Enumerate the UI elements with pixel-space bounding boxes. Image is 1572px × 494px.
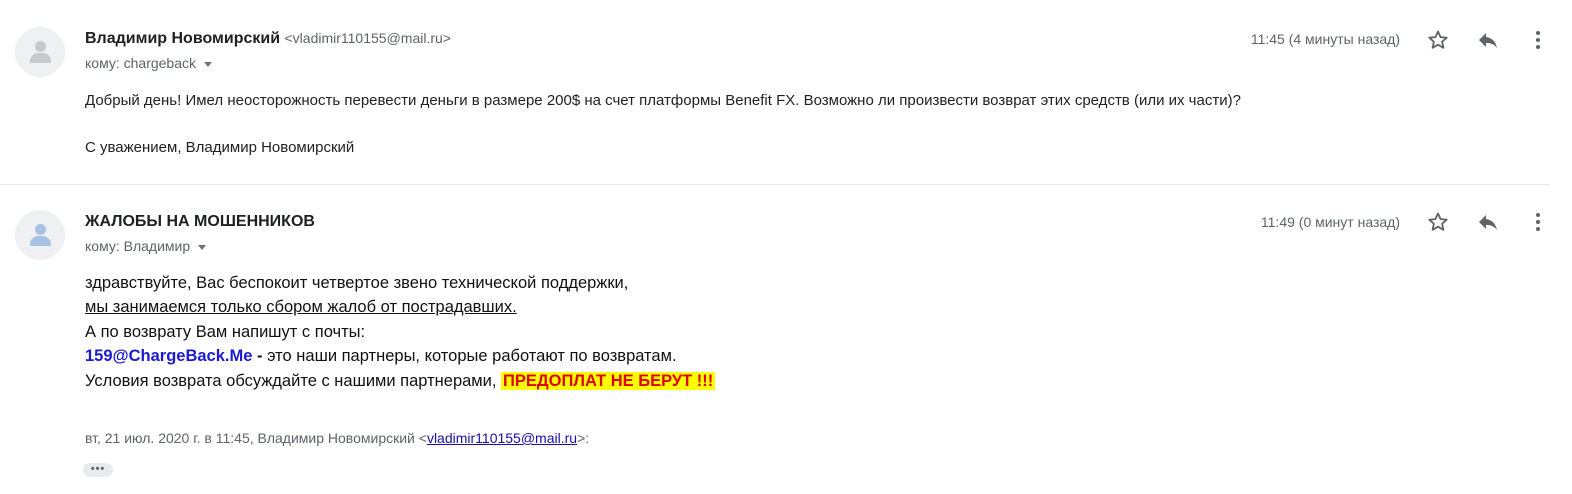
line-text: это наши партнеры, которые работают по в… (262, 347, 677, 365)
message-time[interactable]: 11:45 (4 минуты назад) (1251, 31, 1400, 47)
more-vert-icon[interactable] (1526, 210, 1550, 234)
recipients-label: кому: chargeback (85, 55, 197, 71)
sender-avatar[interactable] (15, 210, 65, 260)
star-icon[interactable] (1426, 210, 1450, 234)
quote-suffix: >: (577, 430, 590, 446)
message-body-line: мы занимаемся только сбором жалоб от пос… (85, 298, 517, 316)
partner-email-link[interactable]: 159@ChargeBack.Me (85, 347, 252, 365)
message-body-line: Условия возврата обсуждайте с нашими пар… (85, 372, 716, 391)
quoted-email-link[interactable]: vladimir110155@mail.ru (427, 430, 577, 446)
message-body-line: А по возврату Вам напишут с почты: (85, 323, 366, 341)
sender-email[interactable]: <vladimir110155@mail.ru> (285, 30, 451, 46)
dash-text: - (252, 347, 263, 365)
line-text: Условия возврата обсуждайте с нашими пар… (85, 372, 502, 390)
email-message: Владимир Новомирский <vladimir110155@mai… (0, 0, 1572, 184)
sender-name[interactable]: ЖАЛОБЫ НА МОШЕННИКОВ (85, 213, 315, 231)
recipients-dropdown[interactable]: кому: chargeback (85, 55, 213, 71)
person-icon (35, 224, 46, 235)
chevron-down-icon[interactable] (198, 244, 207, 250)
quoted-header: вт, 21 июл. 2020 г. в 11:45, Владимир Но… (85, 430, 589, 446)
person-icon (35, 41, 46, 52)
star-icon[interactable] (1426, 28, 1450, 52)
email-message: ЖАЛОБЫ НА МОШЕННИКОВ кому: Владимир 11:4… (0, 185, 1572, 494)
reply-icon[interactable] (1476, 210, 1500, 234)
message-time[interactable]: 11:49 (0 минут назад) (1261, 214, 1400, 230)
chevron-down-icon[interactable] (204, 61, 213, 67)
sender-line: Владимир Новомирский <vladimir110155@mai… (85, 30, 451, 48)
highlighted-warning: ПРЕДОПЛАТ НЕ БЕРУТ !!! (501, 372, 716, 390)
sender-name[interactable]: Владимир Новомирский (85, 30, 280, 47)
message-body-line: здравствуйте, Вас беспокоит четвертое зв… (85, 274, 629, 292)
sender-avatar[interactable] (15, 27, 65, 77)
recipients-label: кому: Владимир (85, 238, 191, 254)
recipients-dropdown[interactable]: кому: Владимир (85, 238, 207, 254)
message-body-line: 159@ChargeBack.Me - это наши партнеры, к… (85, 347, 677, 366)
quote-prefix: вт, 21 июл. 2020 г. в 11:45, Владимир Но… (85, 430, 427, 446)
more-vert-icon[interactable] (1526, 28, 1550, 52)
message-signature: С уважением, Владимир Новомирский (85, 139, 355, 156)
show-trimmed-content-button[interactable]: ••• (83, 463, 113, 477)
reply-icon[interactable] (1476, 28, 1500, 52)
message-body-paragraph: Добрый день! Имел неосторожность перевес… (85, 92, 1241, 109)
